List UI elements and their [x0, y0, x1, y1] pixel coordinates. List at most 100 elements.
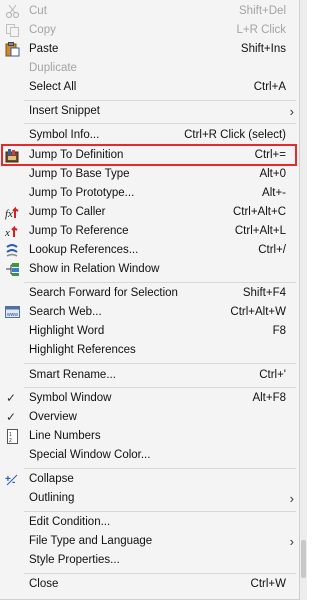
- menu-item-shortcut: Ctrl+/: [258, 244, 286, 256]
- menu-item-overview[interactable]: ✓ Overview: [0, 408, 300, 427]
- menu-item-label: Style Properties...: [29, 554, 120, 566]
- menu-item-smart-rename[interactable]: Smart Rename... Ctrl+': [0, 366, 300, 385]
- menu-item-label: Insert Snippet: [29, 105, 100, 117]
- menu-item-label: Highlight References: [29, 344, 136, 356]
- menu-item-label: Collapse: [29, 473, 74, 485]
- menu-item-shortcut: Shift+Ins: [240, 43, 286, 55]
- search-web-icon: www: [5, 306, 20, 318]
- paste-icon: [5, 42, 20, 57]
- menu-item-label: Duplicate: [29, 62, 77, 74]
- menu-item-shortcut: L+R Click: [236, 24, 286, 36]
- menu-item-show-in-relation-window[interactable]: Show in Relation Window: [0, 260, 300, 279]
- cut-icon: [5, 4, 20, 19]
- menu-item-label: Overview: [29, 411, 77, 423]
- menu-item-jump-to-prototype[interactable]: Jump To Prototype... Alt+-: [0, 184, 300, 203]
- menu-item-duplicate[interactable]: Duplicate: [0, 59, 300, 78]
- menu-item-label: Highlight Word: [29, 325, 105, 337]
- menu-item-label: Smart Rename...: [29, 369, 116, 381]
- menu-item-highlight-references[interactable]: Highlight References: [0, 341, 300, 360]
- menu-item-jump-to-reference[interactable]: x Jump To Reference Ctrl+Alt+L: [0, 222, 300, 241]
- menu-item-shortcut: Shift+Del: [239, 5, 286, 17]
- menu-item-edit-condition[interactable]: Edit Condition...: [0, 513, 300, 532]
- menu-item-label: Jump To Prototype...: [29, 187, 135, 199]
- menu-item-outlining[interactable]: Outlining ›: [0, 489, 300, 508]
- menu-item-label: Jump To Base Type: [29, 168, 130, 180]
- relation-window-icon: [6, 263, 19, 276]
- menu-item-line-numbers[interactable]: 12 Line Numbers: [0, 427, 300, 446]
- menu-item-label: Line Numbers: [29, 430, 101, 442]
- checkmark-icon: ✓: [6, 391, 17, 405]
- menu-item-insert-snippet[interactable]: Insert Snippet ›: [0, 102, 300, 121]
- menu-item-label: Search Web...: [29, 306, 102, 318]
- menu-item-select-all[interactable]: Select All Ctrl+A: [0, 78, 300, 97]
- menu-item-label: Symbol Window: [29, 392, 112, 404]
- menu-item-close[interactable]: Close Ctrl+W: [0, 575, 300, 594]
- menu-item-search-forward-for-selection[interactable]: Search Forward for Selection Shift+F4: [0, 284, 300, 303]
- menu-item-label: Cut: [29, 5, 47, 17]
- menu-item-shortcut: Ctrl+A: [253, 81, 286, 93]
- menu-separator: [24, 100, 296, 101]
- menu-item-search-web[interactable]: www Search Web... Ctrl+Alt+W: [0, 303, 300, 322]
- menu-item-collapse[interactable]: + - Collapse: [0, 470, 300, 489]
- menu-item-label: Symbol Info...: [29, 129, 100, 141]
- menu-separator: [24, 573, 296, 574]
- svg-text:x: x: [5, 227, 10, 239]
- menu-item-shortcut: Ctrl+Alt+L: [234, 225, 286, 237]
- submenu-arrow-icon: ›: [289, 491, 294, 506]
- collapse-icon: + -: [5, 474, 18, 487]
- menu-item-label: Jump To Reference: [29, 225, 129, 237]
- scrollbar-track[interactable]: [300, 0, 307, 600]
- svg-text:2: 2: [9, 438, 12, 444]
- menu-item-lookup-references[interactable]: Lookup References... Ctrl+/: [0, 241, 300, 260]
- menu-item-shortcut: Ctrl+': [259, 369, 286, 381]
- menu-item-label: Edit Condition...: [29, 516, 111, 528]
- menu-item-label: Select All: [29, 81, 77, 93]
- checkmark-icon: ✓: [6, 410, 17, 424]
- menu-item-shortcut: Alt+-: [262, 187, 286, 199]
- menu-separator: [24, 387, 296, 388]
- menu-separator: [24, 123, 296, 124]
- menu-item-label: Jump To Caller: [29, 206, 106, 218]
- menu-item-label: Outlining: [29, 492, 75, 504]
- menu-item-shortcut: Ctrl+Alt+C: [232, 206, 286, 218]
- menu-item-shortcut: Ctrl+R Click (select): [184, 129, 286, 141]
- menu-item-label: Search Forward for Selection: [29, 287, 178, 299]
- menu-item-symbol-window[interactable]: ✓ Symbol Window Alt+F8: [0, 389, 300, 408]
- svg-text:www: www: [7, 312, 18, 318]
- menu-separator: [24, 468, 296, 469]
- menu-item-style-properties[interactable]: Style Properties...: [0, 551, 300, 570]
- menu-item-label: Lookup References...: [29, 244, 139, 256]
- submenu-arrow-icon: ›: [289, 104, 294, 119]
- lookup-references-icon: [6, 244, 18, 257]
- highlight-box: [1, 144, 297, 166]
- menu-item-jump-to-caller[interactable]: fx Jump To Caller Ctrl+Alt+C: [0, 203, 300, 222]
- menu-separator: [24, 511, 296, 512]
- menu-item-shortcut: Shift+F4: [242, 287, 286, 299]
- menu-item-shortcut: Alt+F8: [252, 392, 286, 404]
- menu-item-label: Special Window Color...: [29, 449, 151, 461]
- menu-item-shortcut: Ctrl+W: [250, 578, 286, 590]
- menu-item-shortcut: F8: [272, 325, 286, 337]
- jump-caller-icon: fx: [5, 206, 19, 220]
- menu-item-shortcut: Ctrl+Alt+W: [230, 306, 286, 318]
- menu-item-copy[interactable]: Copy L+R Click: [0, 21, 300, 40]
- menu-item-highlight-word[interactable]: Highlight Word F8: [0, 322, 300, 341]
- jump-reference-icon: x: [5, 225, 18, 239]
- menu-item-label: Show in Relation Window: [29, 263, 160, 275]
- menu-item-cut[interactable]: Cut Shift+Del: [0, 2, 300, 21]
- menu-item-label: Copy: [29, 24, 56, 36]
- menu-separator: [24, 282, 296, 283]
- context-menu: Cut Shift+Del Copy L+R Click Paste Shift…: [0, 0, 300, 600]
- menu-item-label: Paste: [29, 43, 59, 55]
- scrollbar-thumb[interactable]: [301, 540, 306, 578]
- menu-item-paste[interactable]: Paste Shift+Ins: [0, 40, 300, 59]
- submenu-arrow-icon: ›: [289, 534, 294, 549]
- menu-item-special-window-color[interactable]: Special Window Color...: [0, 446, 300, 465]
- menu-separator: [24, 363, 296, 364]
- menu-item-file-type-and-language[interactable]: File Type and Language ›: [0, 532, 300, 551]
- menu-item-symbol-info[interactable]: Symbol Info... Ctrl+R Click (select): [0, 126, 300, 145]
- menu-item-shortcut: Alt+0: [259, 168, 286, 180]
- menu-item-label: Close: [29, 578, 59, 590]
- menu-item-label: File Type and Language: [29, 535, 153, 547]
- menu-item-jump-to-base-type[interactable]: Jump To Base Type Alt+0: [0, 165, 300, 184]
